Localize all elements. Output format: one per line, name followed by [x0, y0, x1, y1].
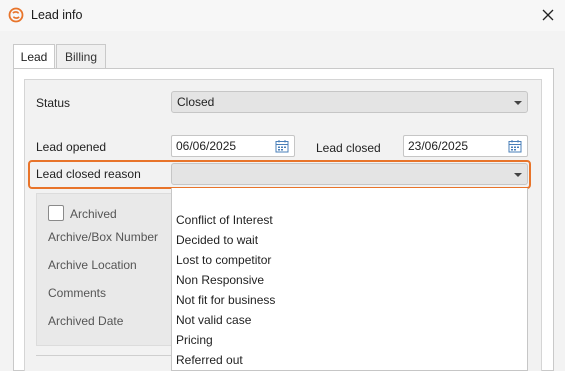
comments-label: Comments [48, 286, 107, 300]
dropdown-option[interactable]: Not valid case [176, 313, 251, 327]
lead-closed-value: 23/06/2025 [408, 139, 469, 153]
window-title: Lead info [31, 8, 83, 22]
tab-lead[interactable]: Lead [13, 44, 55, 70]
lead-opened-date-field[interactable]: 06/06/2025 [171, 135, 295, 157]
dropdown-option[interactable]: Lost to competitor [176, 253, 271, 267]
chevron-down-icon [514, 101, 522, 105]
lead-closed-reason-label: Lead closed reason [36, 167, 141, 181]
dropdown-option[interactable]: Decided to wait [176, 233, 258, 247]
lead-opened-label: Lead opened [36, 140, 107, 154]
dropdown-option[interactable]: Pricing [176, 333, 213, 347]
app-logo-icon [8, 7, 24, 23]
status-value: Closed [177, 95, 215, 109]
title-bar: Lead info [0, 0, 565, 31]
dropdown-option[interactable]: Non Responsive [176, 273, 264, 287]
close-icon[interactable] [539, 6, 557, 24]
chevron-down-icon [514, 173, 522, 177]
calendar-icon[interactable] [508, 139, 522, 153]
archive-box-number-label: Archive/Box Number [48, 230, 159, 244]
status-label: Status [36, 96, 71, 110]
status-select[interactable]: Closed [171, 91, 528, 113]
archived-date-label: Archived Date [48, 314, 124, 328]
archive-location-label: Archive Location [48, 258, 137, 272]
lead-opened-value: 06/06/2025 [176, 139, 237, 153]
lead-closed-date-field[interactable]: 23/06/2025 [403, 135, 528, 157]
lead-closed-reason-dropdown-list: Conflict of Interest Decided to wait Los… [171, 188, 528, 371]
dropdown-option[interactable]: Not fit for business [176, 293, 275, 307]
archived-label: Archived [70, 207, 117, 221]
dropdown-option[interactable]: Referred out [176, 353, 243, 367]
archived-checkbox[interactable] [48, 205, 64, 221]
calendar-icon[interactable] [275, 139, 289, 153]
lead-closed-label: Lead closed [316, 141, 381, 155]
tab-billing[interactable]: Billing [56, 44, 106, 69]
lead-closed-reason-select[interactable] [171, 163, 528, 185]
dropdown-option[interactable]: Conflict of Interest [176, 213, 273, 227]
